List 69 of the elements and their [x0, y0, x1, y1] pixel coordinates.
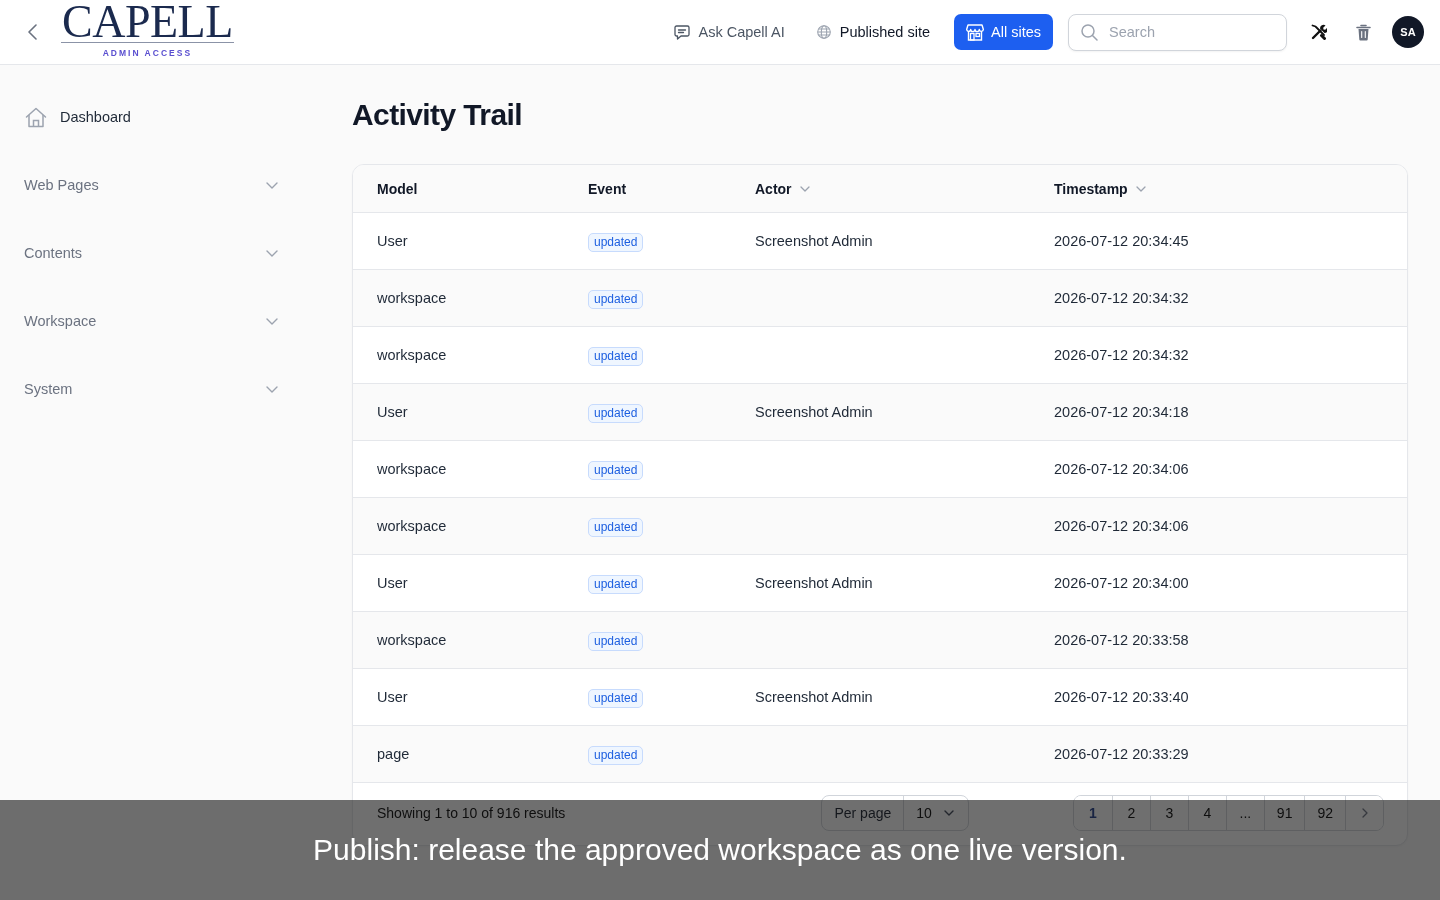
- per-page-label: Per page: [822, 796, 905, 830]
- table-cell: 2026-07-12 20:34:18: [1054, 404, 1189, 420]
- table-cell: 2026-07-12 20:33:58: [1054, 632, 1189, 648]
- logo-wordmark: CAPELL: [61, 2, 234, 43]
- table-cell: 2026-07-12 20:34:00: [1054, 575, 1189, 591]
- table-cell: Screenshot Admin: [755, 575, 873, 591]
- event-badge: updated: [588, 461, 644, 480]
- header-action-link[interactable]: Ask Capell AI: [673, 24, 785, 40]
- table-cell: 2026-07-12 20:34:32: [1054, 347, 1189, 363]
- logo-tagline: ADMIN ACCESS: [101, 48, 194, 58]
- results-summary: Showing 1 to 10 of 916 results: [377, 805, 567, 821]
- page-title: Activity Trail: [352, 97, 523, 133]
- event-badge: updated: [588, 575, 644, 594]
- event-badge: updated: [588, 290, 644, 309]
- table-cell: 2026-07-12 20:34:06: [1054, 518, 1189, 534]
- header-action-link[interactable]: All sites: [954, 14, 1053, 50]
- globe-icon: [816, 25, 831, 39]
- chevron-right-icon: [1361, 808, 1368, 818]
- event-badge: updated: [588, 347, 644, 366]
- event-badge: updated: [588, 746, 644, 765]
- table-cell: User: [377, 575, 408, 591]
- table-cell: workspace: [377, 290, 447, 306]
- storefront-icon: [966, 23, 985, 41]
- table-cell: Screenshot Admin: [755, 404, 873, 420]
- event-badge: updated: [588, 632, 644, 651]
- tools-button[interactable]: [1311, 24, 1327, 40]
- table-cell: workspace: [377, 347, 447, 363]
- table-cell: 2026-07-12 20:34:45: [1054, 233, 1189, 249]
- column-header[interactable]: Timestamp: [1054, 180, 1128, 197]
- column-header[interactable]: Actor: [755, 180, 792, 197]
- column-header: Model: [377, 180, 418, 197]
- header-action-link[interactable]: Published site: [816, 24, 931, 40]
- tools-icon: [1311, 24, 1327, 40]
- table-cell: Screenshot Admin: [755, 233, 873, 249]
- sidebar-group[interactable]: System: [24, 371, 278, 407]
- column-header: Event: [588, 180, 627, 197]
- trash-icon: [1356, 23, 1371, 41]
- table-cell: workspace: [377, 518, 447, 534]
- table-cell: workspace: [377, 632, 447, 648]
- table-cell: 2026-07-12 20:34:06: [1054, 461, 1189, 477]
- chevron-left-icon: [28, 24, 37, 40]
- event-badge: updated: [588, 518, 644, 537]
- chat-bubble-icon: [673, 24, 690, 40]
- sidebar-group[interactable]: Workspace: [24, 303, 278, 339]
- table-cell: page: [377, 746, 410, 762]
- home-icon: [25, 106, 47, 128]
- table-cell: User: [377, 233, 408, 249]
- table-cell: Screenshot Admin: [755, 689, 873, 705]
- table-cell: 2026-07-12 20:33:40: [1054, 689, 1189, 705]
- table-cell: User: [377, 404, 408, 420]
- table-cell: 2026-07-12 20:33:29: [1054, 746, 1189, 762]
- search-field[interactable]: Search: [1068, 13, 1287, 51]
- sidebar-group[interactable]: Web Pages: [24, 167, 278, 203]
- chevron-down-icon: [943, 810, 954, 816]
- per-page-select[interactable]: 10: [904, 796, 968, 830]
- event-badge: updated: [588, 233, 644, 252]
- search-icon: [1081, 23, 1098, 41]
- back-button[interactable]: [28, 24, 37, 40]
- avatar-button[interactable]: SA: [1392, 16, 1424, 48]
- table-cell: User: [377, 689, 408, 705]
- event-badge: updated: [588, 689, 644, 708]
- sidebar-link[interactable]: Dashboard: [24, 99, 131, 135]
- delete-button[interactable]: [1356, 23, 1371, 41]
- event-badge: updated: [588, 404, 644, 423]
- sidebar-group[interactable]: Contents: [24, 235, 278, 271]
- table-cell: workspace: [377, 461, 447, 477]
- next-page-button[interactable]: [1345, 796, 1383, 830]
- table-cell: 2026-07-12 20:34:32: [1054, 290, 1189, 306]
- caption-text: Publish: release the approved workspace as one live version.: [313, 832, 1127, 868]
